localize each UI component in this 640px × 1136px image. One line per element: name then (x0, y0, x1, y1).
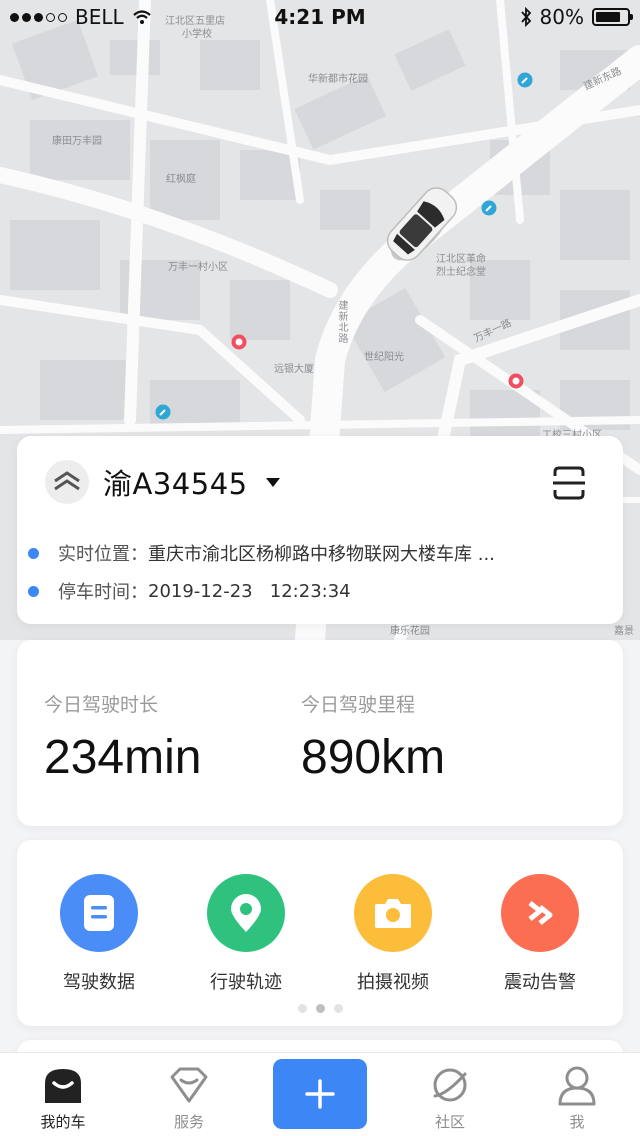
map-label: 世纪阳光 (364, 352, 404, 363)
mileage-label: 今日驾驶里程 (301, 694, 416, 716)
page-dot[interactable] (315, 1004, 325, 1013)
brand-logo-icon (45, 460, 89, 504)
map-label: 远银大厦 (274, 364, 314, 375)
map-label: 红枫庭 (166, 174, 196, 185)
vibration-alert-icon (501, 874, 579, 952)
driving-data-button[interactable]: 驾驶数据 (39, 874, 159, 994)
wifi-icon (132, 10, 151, 24)
bluetooth-icon (520, 7, 531, 27)
plus-icon (305, 1079, 335, 1109)
function-label: 行驶轨迹 (210, 972, 282, 993)
map-label: 康乐花园 (390, 626, 430, 637)
document-icon (60, 874, 138, 952)
record-video-button[interactable]: 拍摄视频 (333, 874, 453, 994)
location-value: 重庆市渝北区杨柳路中移物联网大楼车库 ... (148, 544, 495, 565)
map-label: 康田万丰园 (52, 136, 102, 147)
battery-percent: 80% (539, 5, 584, 29)
tab-community[interactable]: 社区 (400, 1063, 500, 1132)
service-icon (167, 1063, 211, 1107)
function-label: 驾驶数据 (63, 972, 135, 993)
bullet-dot (28, 547, 39, 559)
car-marker-icon[interactable] (374, 176, 470, 272)
duration-value: 234min (44, 731, 202, 784)
camera-icon (354, 874, 432, 952)
hospital-icon[interactable] (231, 334, 247, 350)
carrier-name: BELL (75, 5, 124, 29)
duration-label: 今日驾驶时长 (44, 694, 159, 716)
vibration-alert-button[interactable]: 震动告警 (480, 874, 600, 994)
map-label: 华新都市花园 (308, 74, 368, 85)
map-label: 万丰一村小区 (168, 262, 228, 273)
map-label: 嘉景 (614, 626, 634, 637)
vehicle-plate[interactable]: 渝A34545 (103, 461, 248, 503)
signal-strength-icon (10, 12, 67, 22)
chevron-down-icon[interactable] (265, 477, 280, 487)
parking-time-value: 2019-12-23 12:23:34 (148, 580, 351, 602)
wrench-poi-icon[interactable] (155, 404, 171, 420)
tab-my-car[interactable]: 我的车 (13, 1063, 113, 1132)
tab-label: 社区 (434, 1113, 465, 1131)
wrench-poi-icon[interactable] (481, 200, 497, 216)
tab-label: 服务 (173, 1113, 204, 1131)
function-label: 震动告警 (504, 972, 576, 993)
page-indicator[interactable] (17, 1004, 623, 1013)
tab-bar: 我的车 服务 社区 我 (0, 1052, 640, 1136)
scan-icon[interactable] (551, 466, 587, 500)
status-bar: BELL 4:21 PM 80% (0, 0, 640, 34)
tab-label: 我 (569, 1113, 585, 1131)
parking-time-row: 停车时间： 2019-12-23 12:23:34 (28, 578, 351, 604)
car-icon (41, 1063, 85, 1107)
hospital-icon[interactable] (508, 373, 524, 389)
battery-icon (592, 8, 633, 26)
tab-service[interactable]: 服务 (139, 1063, 239, 1132)
trip-track-button[interactable]: 行驶轨迹 (186, 874, 306, 994)
function-grid-card: 驾驶数据 行驶轨迹 拍摄视频 震动告警 (17, 840, 623, 1026)
user-icon (555, 1063, 599, 1107)
location-label: 实时位置： (58, 544, 148, 565)
location-pin-icon (207, 874, 285, 952)
wrench-poi-icon[interactable] (517, 72, 533, 88)
planet-icon (428, 1063, 472, 1107)
page-dot[interactable] (297, 1004, 307, 1013)
mileage-value: 890km (301, 731, 446, 784)
bullet-dot (28, 585, 39, 597)
location-row: 实时位置： 重庆市渝北区杨柳路中移物联网大楼车库 ... (28, 540, 495, 566)
status-time: 4:21 PM (274, 5, 366, 29)
tab-label: 我的车 (40, 1113, 86, 1131)
function-label: 拍摄视频 (357, 972, 429, 993)
add-button[interactable] (273, 1059, 367, 1129)
page-dot[interactable] (333, 1004, 343, 1013)
driving-stats-card: 今日驾驶时长 234min 今日驾驶里程 890km (17, 640, 623, 826)
map-label: 建新北路 (336, 300, 347, 344)
tab-me[interactable]: 我 (527, 1063, 627, 1132)
parking-time-label: 停车时间： (58, 582, 148, 603)
